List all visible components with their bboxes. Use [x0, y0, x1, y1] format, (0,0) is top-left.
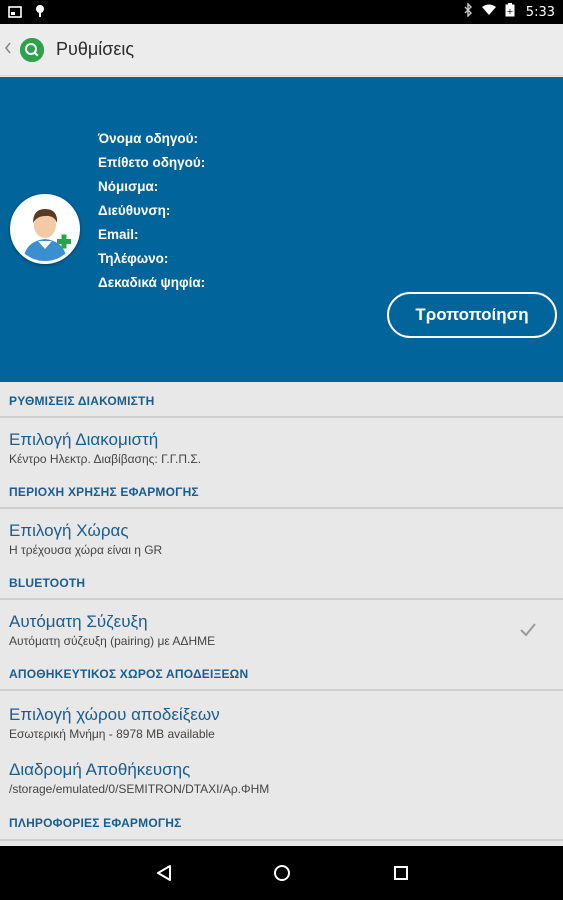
back-chevron-icon[interactable]	[4, 39, 14, 60]
pref-summary: Κέντρο Ηλεκτρ. Διαβίβασης: Γ.Γ.Π.Σ.	[9, 452, 202, 466]
currency-label: Νόμισμα:	[98, 179, 159, 194]
pref-title: Διαδρομή Αποθήκευσης	[9, 760, 191, 779]
bluetooth-icon	[463, 2, 473, 21]
system-nav-bar	[0, 846, 563, 900]
status-time: 5:33	[525, 4, 555, 20]
pref-title: Αυτόματη Σύζευξη	[9, 612, 148, 631]
driver-profile-fields: Όνομα οδηγού: Επίθετο οδηγού: Νόμισμα: Δ…	[98, 127, 205, 295]
pref-title: Επιλογή Χώρας	[9, 521, 129, 540]
phone-label: Τηλέφωνο:	[98, 251, 169, 266]
pref-summary: Η τρέχουσα χώρα είναι η GR	[9, 543, 163, 557]
status-bar: + 5:33	[0, 0, 563, 24]
pref-item-auto-pairing[interactable]: Αυτόματη Σύζευξη Αυτόματη σύζευξη (pairi…	[0, 600, 563, 655]
decimal-digits-label: Δεκαδικά ψηφία:	[98, 275, 206, 290]
notification-icon	[34, 3, 46, 22]
driver-last-name-label: Επίθετο οδηγού:	[98, 155, 206, 170]
driver-avatar[interactable]	[10, 194, 80, 264]
auto-pairing-checkbox[interactable]	[519, 622, 537, 643]
pref-summary: Εσωτερική Μνήμη - 8978 MB available	[9, 727, 215, 741]
driver-first-name-label: Όνομα οδηγού:	[98, 131, 198, 146]
section-header-app-info: ΠΛΗΡΟΦΟΡΙΕΣ ΕΦΑΡΜΟΓΗΣ	[0, 807, 563, 841]
email-label: Email:	[98, 227, 139, 242]
recents-icon[interactable]	[389, 861, 413, 885]
section-header-server: ΡΥΘΜΙΣΕΙΣ ΔΙΑΚΟΜΙΣΤΗ	[0, 382, 563, 418]
wifi-icon	[481, 4, 496, 20]
back-icon[interactable]	[152, 861, 176, 885]
svg-text:+: +	[506, 7, 513, 16]
pref-summary: /storage/emulated/0/SEMITRON/DTAXI/Αρ.ΦΗ…	[9, 782, 270, 796]
driver-profile-panel: Όνομα οδηγού: Επίθετο οδηγού: Νόμισμα: Δ…	[0, 77, 563, 382]
section-header-receipts-storage: ΑΠΟΘΗΚΕΥΤΙΚΟΣ ΧΩΡΟΣ ΑΠΟΔΕΙΞΕΩΝ	[0, 655, 563, 691]
app-logo-icon[interactable]	[20, 37, 44, 62]
section-header-usage-area: ΠΕΡΙΟΧΗ ΧΡΗΣΗΣ ΕΦΑΡΜΟΓΗΣ	[0, 473, 563, 509]
battery-icon: +	[505, 3, 515, 21]
screenshot-icon	[8, 3, 22, 22]
address-label: Διεύθυνση:	[98, 203, 171, 218]
pref-summary: Αυτόματη σύζευξη (pairing) με ΑΔΗΜΕ	[9, 634, 216, 648]
settings-list: ΡΥΘΜΙΣΕΙΣ ΔΙΑΚΟΜΙΣΤΗ Επιλογή Διακομιστή …	[0, 382, 563, 841]
pref-title: Επιλογή χώρου αποδείξεων	[9, 705, 220, 724]
home-icon[interactable]	[270, 861, 294, 885]
pref-title: Επιλογή Διακομιστή	[9, 430, 159, 449]
edit-profile-button[interactable]: Τροποποίηση	[387, 292, 557, 338]
page-title: Ρυθμίσεις	[56, 39, 135, 59]
pref-item-server[interactable]: Επιλογή Διακομιστή Κέντρο Ηλεκτρ. Διαβίβ…	[0, 418, 563, 473]
pref-item-country[interactable]: Επιλογή Χώρας Η τρέχουσα χώρα είναι η GR	[0, 509, 563, 564]
pref-item-storage-path[interactable]: Διαδρομή Αποθήκευσης /storage/emulated/0…	[0, 752, 563, 807]
pref-item-receipts-location[interactable]: Επιλογή χώρου αποδείξεων Εσωτερική Μνήμη…	[0, 691, 563, 752]
section-header-bluetooth: BLUETOOTH	[0, 564, 563, 600]
app-bar: Ρυθμίσεις	[0, 24, 563, 76]
